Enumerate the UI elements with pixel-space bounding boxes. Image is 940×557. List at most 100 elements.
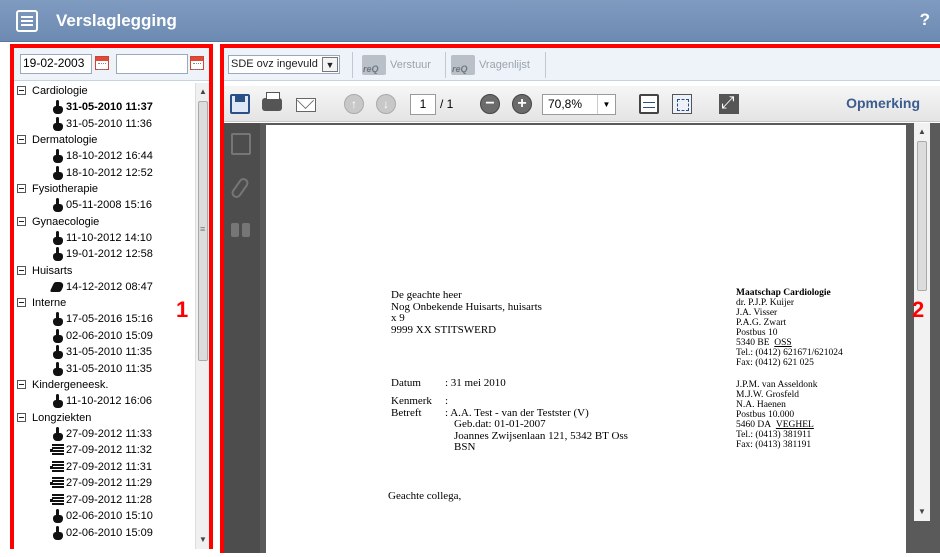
report-item[interactable]: 05-11-2008 15:16 [14,197,195,214]
collapse-icon[interactable] [17,380,26,389]
zoom-in-icon[interactable]: + [512,94,532,114]
report-date: 18-10-2012 16:44 [66,150,153,162]
subject-line: Geb.dat: 01-01-2007 [454,418,546,430]
collapse-icon[interactable] [17,135,26,144]
scroll-down-arrow-icon[interactable]: ▼ [196,533,210,547]
report-item[interactable]: 17-05-2016 15:16 [14,311,195,328]
report-item[interactable]: 02-06-2010 15:09 [14,525,195,542]
previous-page-icon[interactable]: ↑ [344,94,364,114]
report-item[interactable]: 02-06-2010 15:09 [14,328,195,345]
hand-icon [52,509,64,523]
toolbar-divider [545,52,546,78]
sender-zip-2: 5460 DA [736,420,772,430]
help-button[interactable]: ? [920,10,930,30]
chevron-down-icon[interactable]: ▼ [322,57,338,72]
scroll-thumb[interactable] [917,141,927,291]
collapse-icon[interactable] [17,412,26,422]
remark-button[interactable]: Opmerking [846,95,920,111]
subject-line: BSN [454,441,476,453]
subject-details: Geb.dat: 01-01-2007 Joannes Zwijsenlaan 1… [391,418,628,454]
report-date: 02-06-2010 15:09 [66,329,153,342]
hand-icon [52,165,64,180]
report-item[interactable]: 31-05-2010 11:36 [14,116,195,133]
tree-group[interactable]: Huisarts [14,263,195,279]
report-item[interactable]: 31-05-2010 11:37 [14,99,195,116]
collapse-icon[interactable] [17,86,26,95]
save-icon[interactable] [230,94,250,114]
report-date: 11-10-2012 16:06 [66,395,153,407]
sender-line: P.A.G. Zwart [736,318,787,328]
calendar-icon[interactable] [95,56,109,70]
tree-group-label: Longziekten [32,411,92,424]
email-icon[interactable] [296,98,316,112]
report-item[interactable]: 14-12-2012 08:47 [14,279,195,296]
questionnaire-button[interactable]: Vragenlijst [449,54,530,76]
tree-group-label: Kindergeneesk. [32,379,109,391]
print-icon[interactable] [262,92,282,111]
reference-row: Kenmerk: [391,395,628,407]
tree-group[interactable]: Cardiologie [14,83,195,99]
collapse-icon[interactable] [17,298,26,307]
report-item[interactable]: 11-10-2012 16:06 [14,393,195,410]
report-item[interactable]: 02-06-2010 15:10 [14,508,195,525]
scroll-thumb[interactable] [198,101,208,361]
report-item[interactable]: 27-09-2012 11:32 [14,442,195,459]
page-number-input[interactable]: 1 [410,94,436,115]
hand-icon [52,116,64,131]
annotation-label-1: 1 [176,297,189,322]
report-item[interactable]: 31-05-2010 11:35 [14,361,195,378]
report-tree: Cardiologie 31-05-2010 11:37 31-05-2010 11… [14,83,195,549]
tree-group[interactable]: Longziekten [14,410,195,426]
sender-line: N.A. Haenen [736,400,786,410]
to-date-input[interactable] [116,54,188,74]
status-select[interactable]: SDE ovz ingevuld ▼ [228,55,340,74]
binoculars-icon[interactable] [231,219,251,241]
report-item[interactable]: 18-10-2012 12:52 [14,165,195,182]
pages-icon[interactable] [231,133,251,155]
tree-group-label: Dermatologie [32,134,98,146]
hand-icon [52,312,64,326]
report-item[interactable]: 19-01-2012 12:58 [14,246,195,263]
annotation-label-2: 2 [912,297,925,322]
collapse-icon[interactable] [17,184,26,193]
scroll-up-arrow-icon[interactable]: ▲ [914,125,930,139]
document-panel: SDE ovz ingevuld ▼ Verstuur Vragenlijst … [220,44,940,553]
chevron-down-icon[interactable]: ▼ [597,95,615,114]
subject-line: Joannes Zwijsenlaan 121, 5342 BT Oss [454,429,628,442]
zoom-out-icon[interactable]: − [480,94,500,114]
tree-group[interactable]: Kindergeneesk. [14,377,195,393]
fullscreen-icon[interactable] [719,93,739,114]
tree-group[interactable]: Gynaecologie [14,214,195,230]
zoom-select[interactable]: 70,8% ▼ [542,94,616,115]
from-date-input[interactable]: 19-02-2003 [20,54,92,74]
report-item[interactable]: 18-10-2012 16:44 [14,148,195,165]
report-item[interactable]: 31-05-2010 11:35 [14,344,195,361]
report-item[interactable]: 11-10-2012 14:10 [14,230,195,247]
report-item[interactable]: 27-09-2012 11:28 [14,492,195,509]
scroll-up-arrow-icon[interactable]: ▲ [196,85,210,99]
letter-greeting: Geachte collega, [388,490,462,502]
scroll-down-arrow-icon[interactable]: ▼ [914,505,930,519]
attachment-icon[interactable] [229,176,251,200]
report-date: 31-05-2010 11:36 [66,117,153,130]
report-date: 02-06-2010 15:09 [66,526,153,539]
tree-group[interactable]: Interne [14,295,195,311]
date-value: : 31 mei 2010 [445,377,506,389]
fit-page-icon[interactable] [672,94,692,114]
report-item[interactable]: 27-09-2012 11:29 [14,475,195,492]
fit-width-icon[interactable] [639,94,659,114]
reference-value: : [445,395,449,407]
report-item[interactable]: 27-09-2012 11:33 [14,426,195,443]
collapse-icon[interactable] [17,216,26,226]
send-button[interactable]: Verstuur [360,54,431,76]
collapse-icon[interactable] [17,265,26,275]
hand-icon [52,345,64,359]
pdf-page: De geachte heer Nog Onbekende Huisarts, h… [266,125,906,553]
tree-scrollbar[interactable]: ▲ ▼ [195,83,209,549]
next-page-icon[interactable]: ↓ [376,94,396,114]
sender-line: J.P.M. van Asseldonk [736,380,818,390]
calendar-icon[interactable] [190,56,204,70]
tree-group[interactable]: Fysiotherapie [14,181,195,197]
report-item[interactable]: 27-09-2012 11:31 [14,459,195,476]
tree-group[interactable]: Dermatologie [14,132,195,148]
